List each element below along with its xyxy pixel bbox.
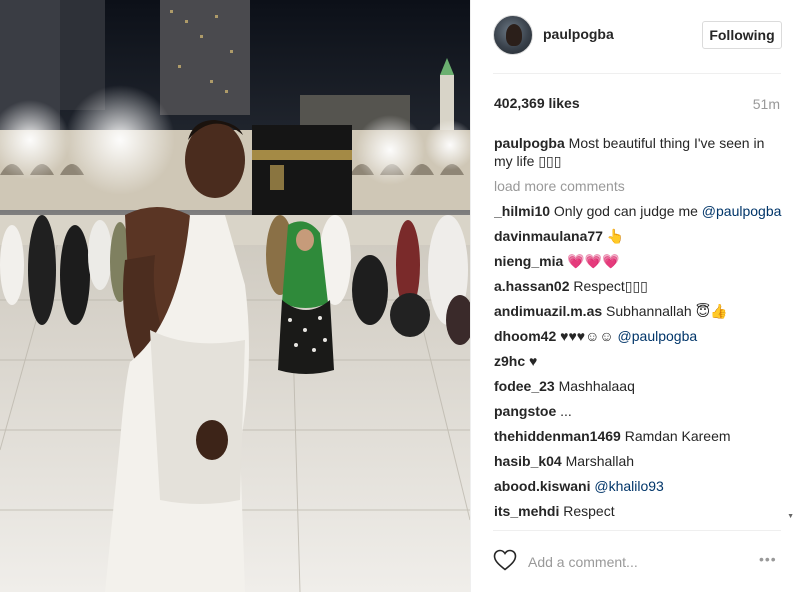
comment-mention-link[interactable]: @khalilo93 bbox=[594, 478, 663, 494]
comment-username[interactable]: abood.kiswani bbox=[494, 478, 590, 494]
comment-row: fodee_23 Mashhalaaq bbox=[494, 377, 784, 395]
caption-username[interactable]: paulpogba bbox=[494, 135, 565, 151]
comments-list[interactable]: paulpogba Most beautiful thing I've seen… bbox=[494, 134, 784, 526]
comment-row: davinmaulana77 👆 bbox=[494, 227, 784, 245]
avatar[interactable] bbox=[493, 15, 533, 55]
comment-text: 💗💗💗 bbox=[567, 253, 620, 269]
comment-text: Only god can judge me bbox=[553, 203, 702, 219]
heart-icon[interactable] bbox=[493, 549, 517, 571]
more-options-icon[interactable]: ••• bbox=[759, 551, 777, 567]
comment-username[interactable]: a.hassan02 bbox=[494, 278, 570, 294]
comment-text: Respect▯▯▯ bbox=[573, 278, 648, 294]
comment-username[interactable]: nieng_mia bbox=[494, 253, 563, 269]
add-comment-input[interactable] bbox=[528, 551, 743, 573]
comment-mention-link[interactable]: @paulpogba bbox=[618, 328, 698, 344]
comment-row: a.hassan02 Respect▯▯▯ bbox=[494, 277, 784, 295]
comment-username[interactable]: andimuazil.m.as bbox=[494, 303, 602, 319]
comment-username[interactable]: hasib_k04 bbox=[494, 453, 562, 469]
comment-username[interactable]: _hilmi10 bbox=[494, 203, 550, 219]
add-comment-bar: ••• bbox=[493, 545, 783, 579]
post-time[interactable]: 51m bbox=[753, 96, 780, 112]
load-more-comments-link[interactable]: load more comments bbox=[494, 177, 784, 195]
comment-username[interactable]: davinmaulana77 bbox=[494, 228, 603, 244]
comment-text: Subhannallah 😇👍 bbox=[606, 303, 728, 319]
header-divider bbox=[493, 73, 781, 74]
comment-row: z9hc ♥ bbox=[494, 352, 784, 370]
comment-row: hasib_k04 Marshallah bbox=[494, 452, 784, 470]
comment-row: abood.kiswani @khalilo93 bbox=[494, 477, 784, 495]
following-button[interactable]: Following bbox=[702, 21, 782, 49]
comment-username[interactable]: its_mehdi bbox=[494, 503, 559, 519]
comment-row: nieng_mia 💗💗💗 bbox=[494, 252, 784, 270]
post-side-panel: paulpogba Following 402,369 likes 51m pa… bbox=[470, 0, 795, 592]
comment-username[interactable]: z9hc bbox=[494, 353, 525, 369]
comment-row: pangstoe ... bbox=[494, 402, 784, 420]
likes-count[interactable]: 402,369 likes bbox=[494, 95, 580, 111]
comment-text: Marshallah bbox=[565, 453, 635, 469]
comment-username[interactable]: pangstoe bbox=[494, 403, 556, 419]
caption: paulpogba Most beautiful thing I've seen… bbox=[494, 134, 784, 170]
instagram-post: paulpogba Following 402,369 likes 51m pa… bbox=[0, 0, 795, 592]
post-photo[interactable] bbox=[0, 0, 470, 592]
post-username[interactable]: paulpogba bbox=[543, 26, 614, 42]
comment-text: Mashhalaaq bbox=[558, 378, 635, 394]
comment-row: dhoom42 ♥♥♥☺☺ @paulpogba bbox=[494, 327, 784, 345]
comment-mention-link[interactable]: @paulpogba bbox=[702, 203, 782, 219]
comment-row: _hilmi10 Only god can judge me @paulpogb… bbox=[494, 202, 784, 220]
comment-username[interactable]: fodee_23 bbox=[494, 378, 555, 394]
comment-text: ♥♥♥☺☺ bbox=[560, 328, 618, 344]
comment-row: its_mehdi Respect bbox=[494, 502, 784, 520]
comment-text: Respect bbox=[563, 503, 615, 519]
footer-divider bbox=[493, 530, 781, 531]
comment-row: andimuazil.m.as Subhannallah 😇👍 bbox=[494, 302, 784, 320]
comment-username[interactable]: dhoom42 bbox=[494, 328, 556, 344]
scroll-down-arrow-icon[interactable]: ▼ bbox=[787, 513, 794, 520]
comment-row: thehiddenman1469 Ramdan Kareem bbox=[494, 427, 784, 445]
comment-text: Ramdan Kareem bbox=[624, 428, 731, 444]
comment-text: ... bbox=[560, 403, 572, 419]
post-header: paulpogba Following bbox=[471, 0, 795, 74]
comments-scrollbar[interactable] bbox=[789, 134, 792, 519]
comment-text: 👆 bbox=[606, 228, 625, 244]
comment-username[interactable]: thehiddenman1469 bbox=[494, 428, 621, 444]
comment-text: ♥ bbox=[529, 353, 538, 369]
